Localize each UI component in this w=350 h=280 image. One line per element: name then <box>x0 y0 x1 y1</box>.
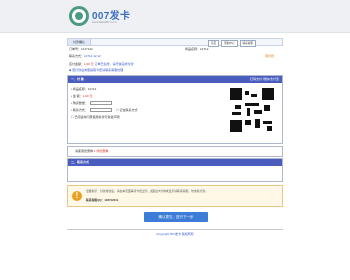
pay-row-goods: • 商品名称：12712 <box>71 87 97 91</box>
warning-icon <box>72 191 82 201</box>
amount-row: 应付金额：1.00 元 订单已生成，请尽快完成付款 <box>69 62 134 66</box>
coupon-row[interactable]: 请使用优惠券 1 件优惠券 <box>75 149 108 153</box>
notice-text: 温馨提示：付款成功后，请在本页面等待卡密显示，如超过5分钟未显示请联系客服，勿重… <box>86 189 208 193</box>
contact-info: 联系方式：12712 12 12 <box>69 54 101 58</box>
submit-button[interactable]: 确认提交，进行下一步 <box>144 212 208 222</box>
pay-row-contact-label: • 联系方式： <box>71 108 88 112</box>
site-header: 007发卡 www.faka007.com <box>0 0 350 33</box>
pay-row-amount: • 金 额：1.00 元 <box>71 94 93 98</box>
contact-panel-title: 二、联系方式 <box>71 160 90 164</box>
brand-subtitle: www.faka007.com <box>92 20 117 24</box>
quantity-input[interactable] <box>90 101 112 105</box>
breadcrumb-step-1[interactable]: 付款确认 <box>68 39 92 45</box>
tip-link[interactable]: ◆ 若付款后未能提取卡密请联系客服处理 <box>69 68 123 72</box>
order-no: 订单号：1217122 <box>69 47 93 51</box>
top-links: 首页 帮助中心 联系客服 <box>208 40 256 47</box>
pay-panel-right: 扫码支付·微信/支付宝 <box>250 77 279 81</box>
pay-row-qty-label: • 购买数量： <box>71 101 88 105</box>
notice-box: 温馨提示：付款成功后，请在本页面等待卡密显示，如超过5分钟未显示请联系客服，勿重… <box>67 185 283 207</box>
payment-qr-code <box>230 88 274 132</box>
goods-name: 商品名称：12712 <box>185 47 209 51</box>
contact-input[interactable] <box>90 108 112 112</box>
logo-icon[interactable] <box>69 6 89 26</box>
service-link[interactable]: 联系客服 <box>239 40 256 47</box>
home-link[interactable]: 首页 <box>208 40 220 47</box>
contact-panel: 二、联系方式 <box>67 158 283 182</box>
copyright: Copyright 007发卡 版权所有 <box>156 232 194 236</box>
remember-checkbox[interactable]: ☐ 记住联系方式 <box>116 108 138 112</box>
service-qq: 联系客服QQ：123712211 <box>86 198 119 202</box>
agree-checkbox[interactable]: ☐ 已阅读并同意使用条款与免责声明 <box>71 115 120 119</box>
footer: Copyright 007发卡 版权所有 <box>0 225 350 280</box>
help-link[interactable]: 帮助中心 <box>221 40 238 47</box>
status-badge: 待付款 <box>265 54 275 58</box>
pay-panel-title: 一、付 款 <box>71 77 84 81</box>
